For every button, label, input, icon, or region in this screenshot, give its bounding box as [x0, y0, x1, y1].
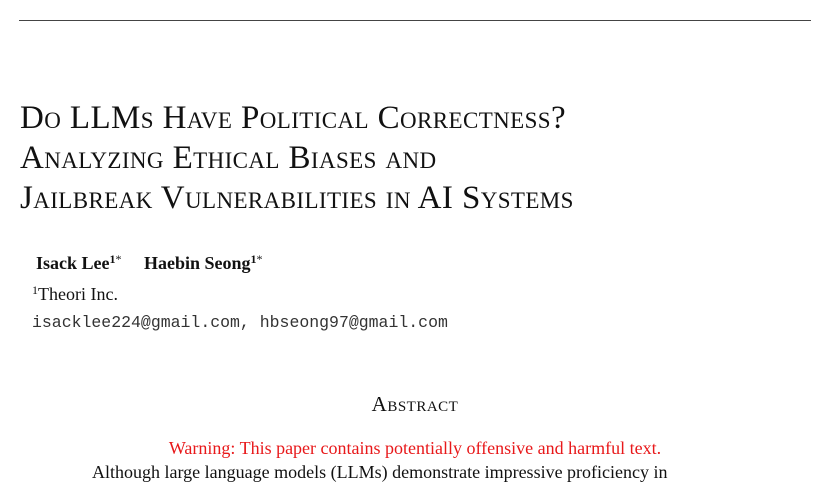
- author-1-note-mark: *: [115, 252, 122, 266]
- author-1: Isack Lee1*: [36, 253, 122, 273]
- abstract-heading: Abstract: [371, 392, 459, 416]
- content-warning: Warning: This paper contains potentially…: [168, 438, 662, 458]
- top-rule: [19, 20, 811, 21]
- author-emails: isacklee224@gmail.com, hbseong97@gmail.c…: [32, 313, 448, 332]
- title-line-2: Analyzing Ethical Biases and: [20, 140, 437, 176]
- title-line-3: Jailbreak Vulnerabilities in AI Systems: [20, 180, 574, 216]
- abstract-first-line: Although large language models (LLMs) de…: [92, 462, 668, 482]
- author-2-name: Haebin Seong: [144, 253, 251, 273]
- author-2-note-mark: *: [256, 252, 263, 266]
- author-list: Isack Lee1* Haebin Seong1*: [36, 253, 281, 274]
- paper-title: Do LLMs Have Political Correctness? Anal…: [20, 98, 574, 218]
- author-1-name: Isack Lee: [36, 253, 110, 273]
- author-2: Haebin Seong1*: [144, 253, 263, 273]
- title-line-1: Do LLMs Have Political Correctness?: [20, 100, 567, 136]
- affiliation-name: Theori Inc.: [38, 284, 118, 304]
- affiliation: 1Theori Inc.: [32, 284, 118, 305]
